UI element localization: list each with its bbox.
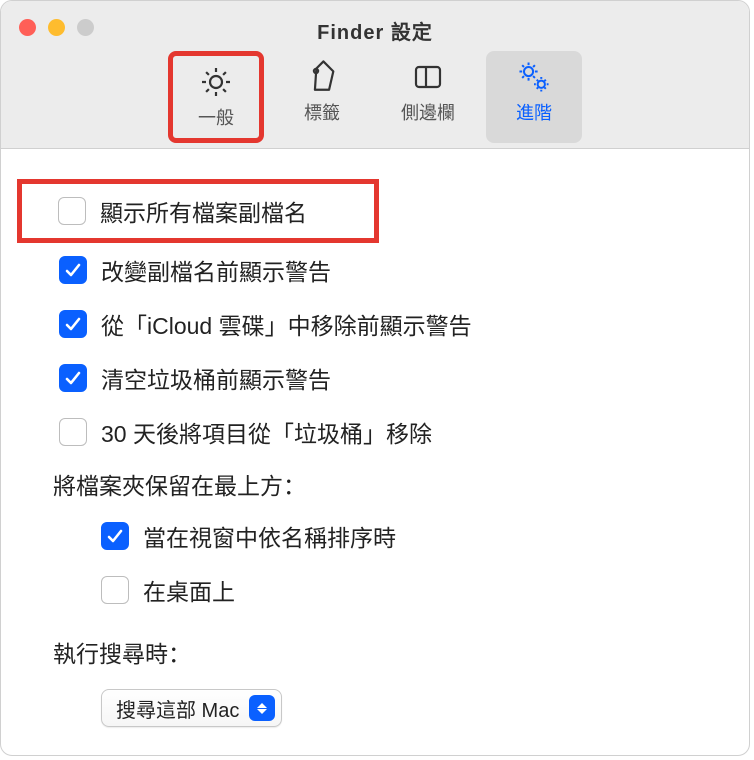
finder-settings-window: Finder 設定 一般 [0,0,750,756]
option-row-on-desktop: 在桌面上 [1,563,749,617]
tag-icon [302,57,342,97]
tab-tags[interactable]: 標籤 [274,51,370,143]
group-label-folders-top: 將檔案夾保留在最上方： [1,459,749,509]
gears-icon [514,57,554,97]
option-row-warn-icloud: 從「iCloud 雲碟」中移除前顯示警告 [1,297,749,351]
search-dropdown-row: 搜尋這部 Mac [1,677,749,727]
label-show-extensions: 顯示所有檔案副檔名 [100,194,307,228]
checkbox-warn-icloud[interactable] [59,310,87,338]
zoom-button-disabled [77,19,94,36]
minimize-button[interactable] [48,19,65,36]
window-header: Finder 設定 一般 [1,1,749,149]
label-warn-empty-trash: 清空垃圾桶前顯示警告 [101,361,331,395]
checkbox-warn-empty-trash[interactable] [59,364,87,392]
sidebar-icon [408,57,448,97]
close-button[interactable] [19,19,36,36]
label-remove-30-days: 30 天後將項目從「垃圾桶」移除 [101,415,432,449]
settings-content: 顯示所有檔案副檔名 改變副檔名前顯示警告 從「iCloud 雲碟」中移除前顯示警… [1,149,749,727]
tab-tags-label: 標籤 [304,99,340,125]
search-scope-dropdown[interactable]: 搜尋這部 Mac [101,689,282,727]
tab-general-label: 一般 [198,104,234,130]
label-sort-name-windows: 當在視窗中依名稱排序時 [143,519,396,553]
option-row-warn-empty-trash: 清空垃圾桶前顯示警告 [1,351,749,405]
option-row-warn-change-ext: 改變副檔名前顯示警告 [1,243,749,297]
dropdown-text: 搜尋這部 Mac [116,694,239,723]
checkbox-warn-change-ext[interactable] [59,256,87,284]
option-row-remove-30-days: 30 天後將項目從「垃圾桶」移除 [1,405,749,459]
window-title: Finder 設定 [1,1,749,45]
tab-advanced-label: 進階 [516,99,552,125]
preferences-tabs: 一般 標籤 側邊欄 [1,51,749,143]
checkbox-remove-30-days[interactable] [59,418,87,446]
label-warn-icloud: 從「iCloud 雲碟」中移除前顯示警告 [101,307,472,341]
checkbox-show-extensions[interactable] [58,197,86,225]
option-row-sort-name-windows: 當在視窗中依名稱排序時 [1,509,749,563]
tab-advanced[interactable]: 進階 [486,51,582,143]
traffic-lights [19,19,94,36]
label-warn-change-ext: 改變副檔名前顯示警告 [101,253,331,287]
option-row-show-extensions: 顯示所有檔案副檔名 [17,179,379,243]
dropdown-arrow-icon [249,695,275,721]
tab-sidebar[interactable]: 側邊欄 [380,51,476,143]
tab-general[interactable]: 一般 [168,51,264,143]
checkbox-sort-name-windows[interactable] [101,522,129,550]
gear-icon [196,62,236,102]
label-on-desktop: 在桌面上 [143,573,235,607]
checkbox-on-desktop[interactable] [101,576,129,604]
tab-sidebar-label: 側邊欄 [401,99,455,125]
group-label-search: 執行搜尋時： [1,617,749,677]
